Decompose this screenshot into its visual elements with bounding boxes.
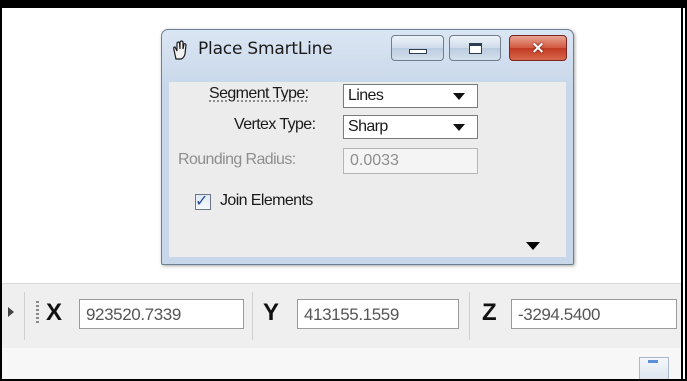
z-coordinate-value: -3294.5400 xyxy=(518,305,601,324)
toolbar-separator xyxy=(469,292,470,340)
maximize-icon xyxy=(469,43,482,54)
close-icon: × xyxy=(530,38,546,58)
y-coordinate-value: 413155.1559 xyxy=(304,305,399,324)
y-axis-label: Y xyxy=(263,299,280,326)
vertex-type-label: Vertex Type: xyxy=(234,116,316,133)
toolbar-separator xyxy=(24,292,25,340)
segment-type-label: Segment Type: xyxy=(209,85,309,102)
smartline-hand-icon xyxy=(170,39,190,61)
chevron-down-icon xyxy=(453,93,465,100)
dialog-titlebar[interactable]: Place SmartLine × xyxy=(162,30,573,68)
segment-type-select[interactable]: Lines xyxy=(343,84,478,108)
place-smartline-dialog: Place SmartLine × Segment Type: Lines Ve… xyxy=(161,29,574,265)
x-coordinate-value: 923520.7339 xyxy=(86,305,181,324)
status-indicator[interactable] xyxy=(639,357,669,379)
vertex-type-value: Sharp xyxy=(348,118,388,135)
toolbar-grip-icon[interactable] xyxy=(36,301,39,325)
x-coordinate-field[interactable]: 923520.7339 xyxy=(79,299,244,329)
expand-options-icon[interactable] xyxy=(526,242,540,250)
minimize-icon xyxy=(409,49,427,54)
toolbar-separator xyxy=(252,292,253,340)
coordinate-toolbar: X 923520.7339 Y 413155.1559 Z -3294.5400 xyxy=(2,283,681,349)
rounding-radius-label: Rounding Radius: xyxy=(178,151,296,168)
join-elements-checkbox[interactable]: ✓ xyxy=(195,191,211,210)
vertex-type-select[interactable]: Sharp xyxy=(343,115,478,139)
toolbar-overflow-icon[interactable] xyxy=(8,307,14,317)
close-button[interactable]: × xyxy=(509,35,567,61)
frame-right-edge xyxy=(681,8,683,381)
maximize-button[interactable] xyxy=(449,35,501,61)
status-indicator-icon xyxy=(648,360,658,363)
checkmark-icon: ✓ xyxy=(195,191,209,210)
dialog-body: Segment Type: Lines Vertex Type: Sharp R… xyxy=(169,82,566,257)
z-axis-label: Z xyxy=(482,299,497,326)
join-elements-label[interactable]: Join Elements xyxy=(220,192,313,210)
segment-type-value: Lines xyxy=(348,87,384,104)
status-bar xyxy=(2,348,681,379)
x-axis-label: X xyxy=(46,299,63,326)
rounding-radius-value: 0.0033 xyxy=(350,152,399,169)
chevron-down-icon xyxy=(453,124,465,131)
dialog-title: Place SmartLine xyxy=(198,39,333,59)
z-coordinate-field[interactable]: -3294.5400 xyxy=(511,299,677,329)
rounding-radius-input: 0.0033 xyxy=(343,148,478,174)
y-coordinate-field[interactable]: 413155.1559 xyxy=(297,299,459,329)
minimize-button[interactable] xyxy=(391,35,444,61)
